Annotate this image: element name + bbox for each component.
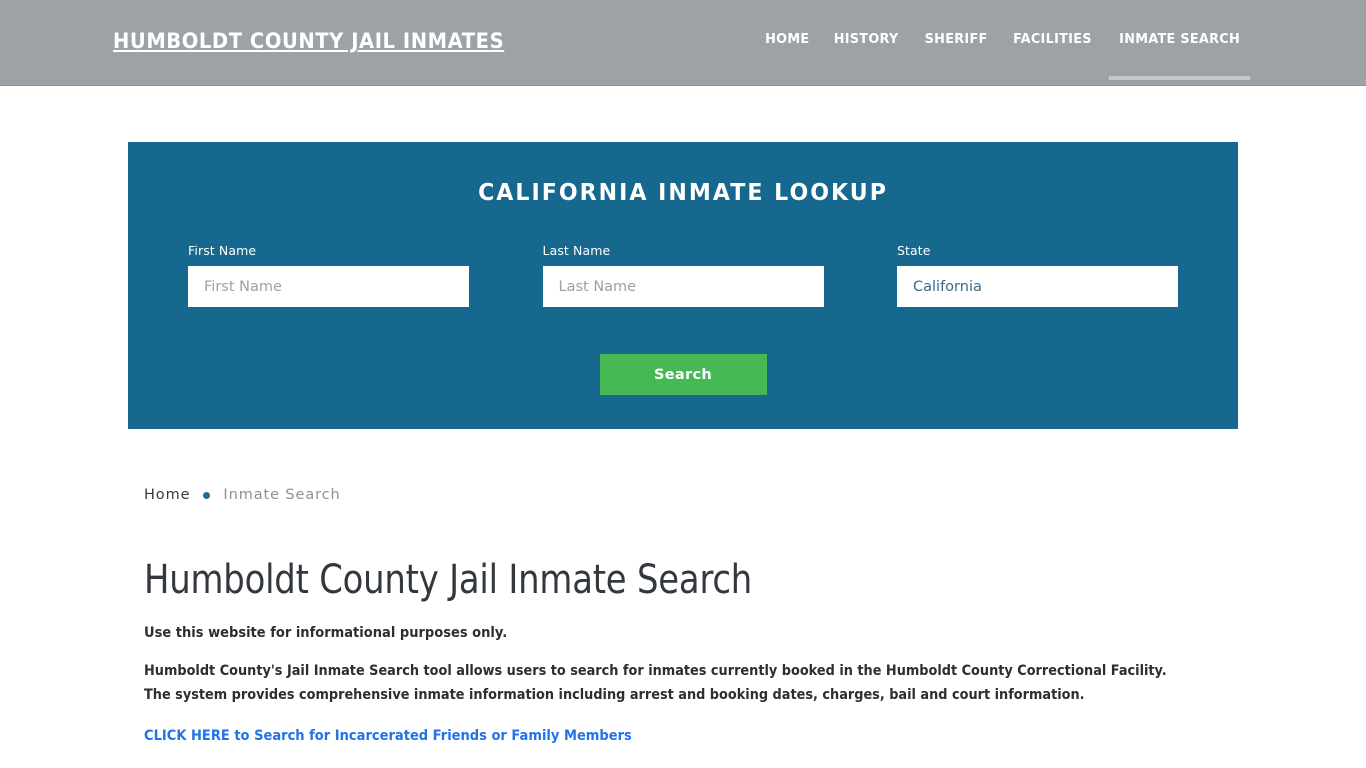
submit-row: Search xyxy=(188,354,1178,395)
search-button[interactable]: Search xyxy=(599,354,767,395)
nav-item-facilities[interactable]: Facilities xyxy=(1003,32,1103,47)
breadcrumb-separator-dot-icon xyxy=(203,491,211,499)
main-navigation: Home History Sheriff Facilities Inmate S… xyxy=(753,32,1254,79)
page-content: Home Inmate Search Humboldt County Jail … xyxy=(128,429,1238,745)
nav-item-history[interactable]: History xyxy=(824,32,910,47)
last-name-input[interactable] xyxy=(542,266,824,307)
inmate-lookup-panel: California Inmate Lookup First Name Last… xyxy=(128,142,1238,429)
breadcrumb: Home Inmate Search xyxy=(144,487,1238,503)
breadcrumb-current: Inmate Search xyxy=(223,487,341,503)
search-panel-wrapper: California Inmate Lookup First Name Last… xyxy=(0,86,1366,429)
disclaimer-text: Use this website for informational purpo… xyxy=(144,625,508,641)
last-name-label: Last Name xyxy=(542,243,611,258)
nav-item-sheriff[interactable]: Sheriff xyxy=(914,32,998,47)
nav-item-inmate-search[interactable]: Inmate Search xyxy=(1108,32,1251,79)
state-label: State xyxy=(897,243,931,258)
inmate-search-cta-link[interactable]: CLICK HERE to Search for Incarcerated Fr… xyxy=(144,728,632,744)
lookup-panel-title: California Inmate Lookup xyxy=(478,180,888,206)
site-header: Humboldt County Jail Inmates Home Histor… xyxy=(0,0,1366,86)
lookup-form-row: First Name Last Name State xyxy=(188,243,1178,307)
intro-paragraph: Humboldt County's Jail Inmate Search too… xyxy=(144,663,1167,703)
first-name-input[interactable] xyxy=(188,266,469,307)
nav-item-home[interactable]: Home xyxy=(755,32,820,47)
site-brand-title[interactable]: Humboldt County Jail Inmates xyxy=(113,31,504,52)
state-field-group: State xyxy=(897,243,1178,307)
last-name-field-group: Last Name xyxy=(542,243,824,307)
breadcrumb-home-link[interactable]: Home xyxy=(144,487,190,503)
first-name-field-group: First Name xyxy=(188,243,469,307)
page-title: Humboldt County Jail Inmate Search xyxy=(144,557,753,603)
first-name-label: First Name xyxy=(188,243,257,258)
state-input[interactable] xyxy=(897,266,1178,307)
